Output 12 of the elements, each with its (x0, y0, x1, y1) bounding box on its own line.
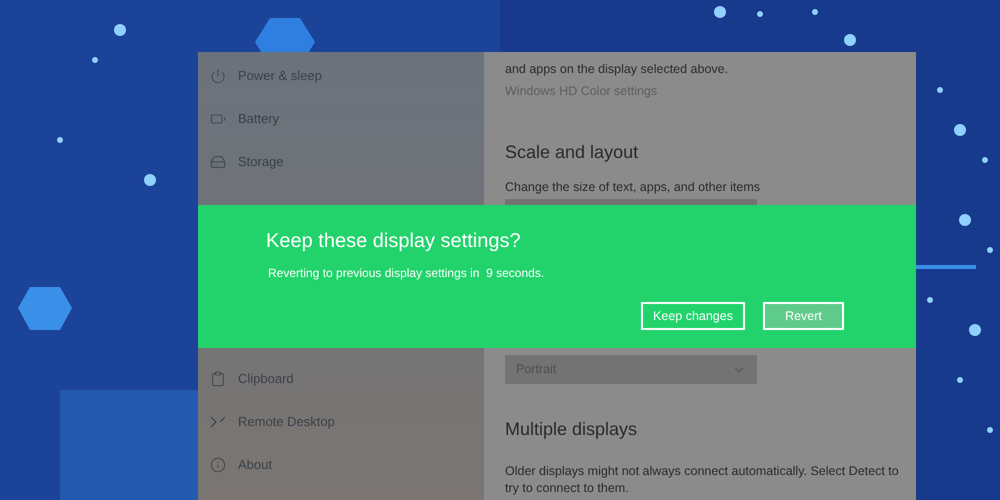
dialog-button[interactable]: Keep changes (641, 302, 745, 330)
hdr-description: and apps on the display selected above. (505, 61, 730, 78)
sidebar-item[interactable]: Clipboard (198, 357, 484, 400)
section-heading: Scale and layout (505, 140, 640, 164)
dialog-message: Reverting to previous display settings in 9 seconds. (267, 265, 546, 282)
dialog-title: Keep these display settings? (266, 229, 522, 254)
dialog-button[interactable]: Revert (763, 302, 844, 330)
section-heading: Multiple displays (505, 418, 638, 441)
multiple-displays-description: Older displays might not always connect automatically. Select Detect to try to connect to them. (505, 463, 900, 497)
field-label: Change the size of text, apps, and other items (505, 178, 762, 196)
sidebar-item[interactable]: Remote Desktop (198, 400, 484, 443)
sidebar-item[interactable]: About (198, 443, 484, 486)
